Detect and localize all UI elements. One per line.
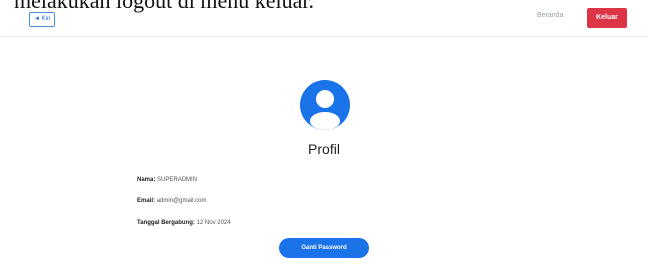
- email-label: Email:: [137, 198, 156, 204]
- keluar-button[interactable]: Keluar: [587, 8, 627, 28]
- email-value: admin@gmail.com: [156, 198, 207, 204]
- info-row-email: Email: admin@gmail.com: [137, 198, 206, 204]
- user-avatar-icon: [300, 80, 350, 130]
- change-password-button[interactable]: Ganti Password: [279, 238, 369, 258]
- page-title: Profil: [308, 141, 340, 157]
- name-label: Nama:: [137, 177, 156, 183]
- beranda-link[interactable]: Beranda: [537, 12, 563, 19]
- name-value: SUPERADMIN: [157, 177, 198, 183]
- back-button[interactable]: ◄ Kiri: [29, 12, 56, 27]
- info-row-name: Nama: SUPERADMIN: [137, 177, 197, 183]
- joined-label: Tanggal Bergabung:: [137, 220, 195, 226]
- info-row-joined: Tanggal Bergabung: 12 Nov 2024: [137, 220, 231, 226]
- top-navbar: ◄ Kiri Beranda Keluar: [0, 0, 648, 37]
- joined-value: 12 Nov 2024: [196, 220, 231, 226]
